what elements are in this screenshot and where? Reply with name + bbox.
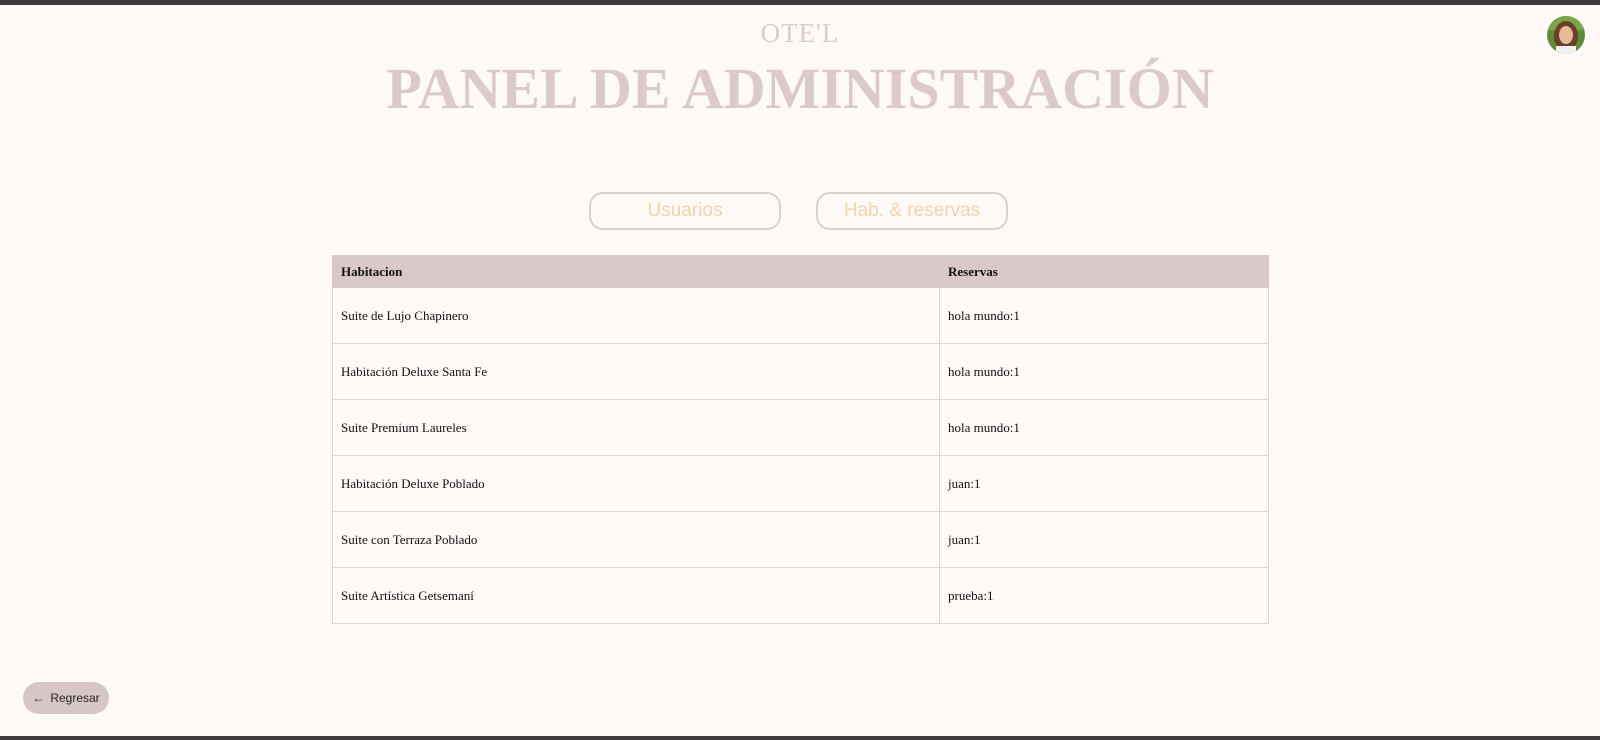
reservations-cell: hola mundo:1 (939, 287, 1269, 344)
room-cell: Suite de Lujo Chapinero (332, 287, 940, 344)
tab-habitaciones-reservas[interactable]: Hab. & reservas (816, 192, 1008, 230)
back-button-label: Regresar (50, 691, 100, 705)
table-row: Habitación Deluxe Poblado juan:1 (332, 455, 1269, 512)
reservations-cell: juan:1 (939, 511, 1269, 568)
reservations-cell: hola mundo:1 (939, 343, 1269, 400)
table-row: Suite Premium Laureles hola mundo:1 (332, 399, 1269, 456)
tab-usuarios[interactable]: Usuarios (589, 192, 781, 230)
table-row: Suite con Terraza Poblado juan:1 (332, 511, 1269, 568)
table-row: Suite Artística Getsemaní prueba:1 (332, 567, 1269, 624)
reservations-cell: juan:1 (939, 455, 1269, 512)
table-row: Habitación Deluxe Santa Fe hola mundo:1 (332, 343, 1269, 400)
avatar-photo-icon (1547, 16, 1585, 54)
room-cell: Suite Artística Getsemaní (332, 567, 940, 624)
column-header-habitacion: Habitacion (332, 255, 940, 288)
back-button[interactable]: ← Regresar (23, 682, 109, 714)
room-cell: Habitación Deluxe Poblado (332, 455, 940, 512)
arrow-left-icon: ← (32, 691, 45, 705)
brand-logo: OTE'L (760, 18, 840, 48)
top-border (0, 0, 1600, 5)
reservations-table: Habitacion Reservas Suite de Lujo Chapin… (332, 255, 1269, 624)
reservations-cell: prueba:1 (939, 567, 1269, 624)
user-avatar[interactable] (1547, 16, 1585, 54)
column-header-reservas: Reservas (939, 255, 1269, 288)
page-title: PANEL DE ADMINISTRACIÓN (386, 56, 1214, 121)
room-cell: Suite con Terraza Poblado (332, 511, 940, 568)
bottom-border (0, 736, 1600, 740)
room-cell: Habitación Deluxe Santa Fe (332, 343, 940, 400)
table-row: Suite de Lujo Chapinero hola mundo:1 (332, 287, 1269, 344)
room-cell: Suite Premium Laureles (332, 399, 940, 456)
reservations-table-container: Habitacion Reservas Suite de Lujo Chapin… (332, 255, 1269, 624)
reservations-cell: hola mundo:1 (939, 399, 1269, 456)
table-header-row: Habitacion Reservas (332, 255, 1269, 288)
